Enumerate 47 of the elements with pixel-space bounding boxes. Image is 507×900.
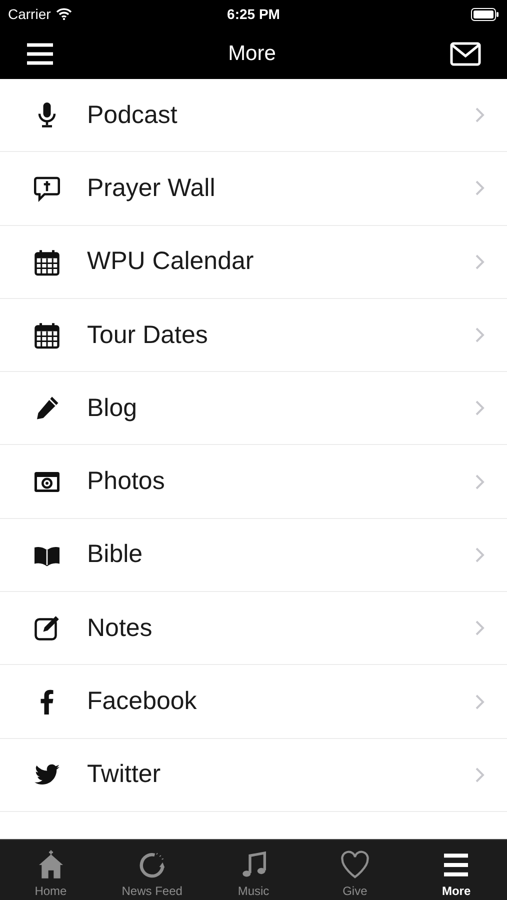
- menu-row[interactable]: Prayer Wall: [0, 152, 507, 226]
- clock-time: 6:25 PM: [227, 6, 280, 22]
- menu-label: Facebook: [87, 687, 198, 716]
- menu-row[interactable]: Facebook: [0, 665, 507, 739]
- chevron-icon: [475, 474, 485, 490]
- chevron-icon: [475, 327, 485, 344]
- menu-row[interactable]: Podcast: [0, 79, 507, 152]
- menu-row[interactable]: Tour Dates: [0, 298, 507, 372]
- menu-button[interactable]: [26, 42, 54, 66]
- chevron-icon: [475, 107, 485, 124]
- tab-item[interactable]: More: [406, 840, 507, 900]
- tab-item[interactable]: Music: [202, 840, 304, 900]
- menu-label: Podcast: [87, 100, 178, 130]
- menu-label: Prayer Wall: [87, 174, 216, 203]
- menu-icon: [26, 42, 54, 66]
- chevron-icon: [475, 546, 485, 563]
- carrier-label: Carrier: [8, 6, 51, 22]
- menu-row[interactable]: Bible: [0, 518, 507, 592]
- chevron-icon: [475, 180, 485, 196]
- menu-label: Tour Dates: [87, 320, 209, 350]
- battery-icon: [471, 8, 499, 20]
- edit-note-icon: [32, 613, 62, 644]
- tab-item[interactable]: Home: [0, 840, 102, 900]
- heart-icon: [338, 849, 371, 881]
- envelope-icon: [450, 42, 481, 66]
- screen-title: More: [228, 42, 276, 66]
- wifi-icon: [56, 8, 72, 20]
- tab-item[interactable]: Give: [304, 840, 406, 900]
- menu-label: Photos: [87, 467, 166, 496]
- menu-row[interactable]: Notes: [0, 592, 507, 666]
- chevron-icon: [475, 620, 485, 636]
- tab-item[interactable]: News Feed: [101, 840, 203, 900]
- chevron-icon: [475, 400, 485, 416]
- mail-button[interactable]: [450, 42, 481, 66]
- menu-row[interactable]: Twitter: [0, 738, 507, 812]
- menu-label: WPU Calendar: [87, 247, 255, 276]
- menu-label: Notes: [87, 614, 154, 643]
- chevron-icon: [475, 766, 485, 783]
- chevron-icon: [475, 694, 485, 710]
- menu-label: Blog: [87, 394, 138, 423]
- menu-row[interactable]: Photos: [0, 445, 507, 519]
- menu-label: Bible: [87, 540, 144, 570]
- chevron-icon: [475, 254, 485, 270]
- menu-row[interactable]: WPU Calendar: [0, 226, 507, 299]
- calendar-icon: [32, 320, 62, 350]
- menu-label: Twitter: [87, 760, 162, 790]
- menu-row[interactable]: Blog: [0, 372, 507, 446]
